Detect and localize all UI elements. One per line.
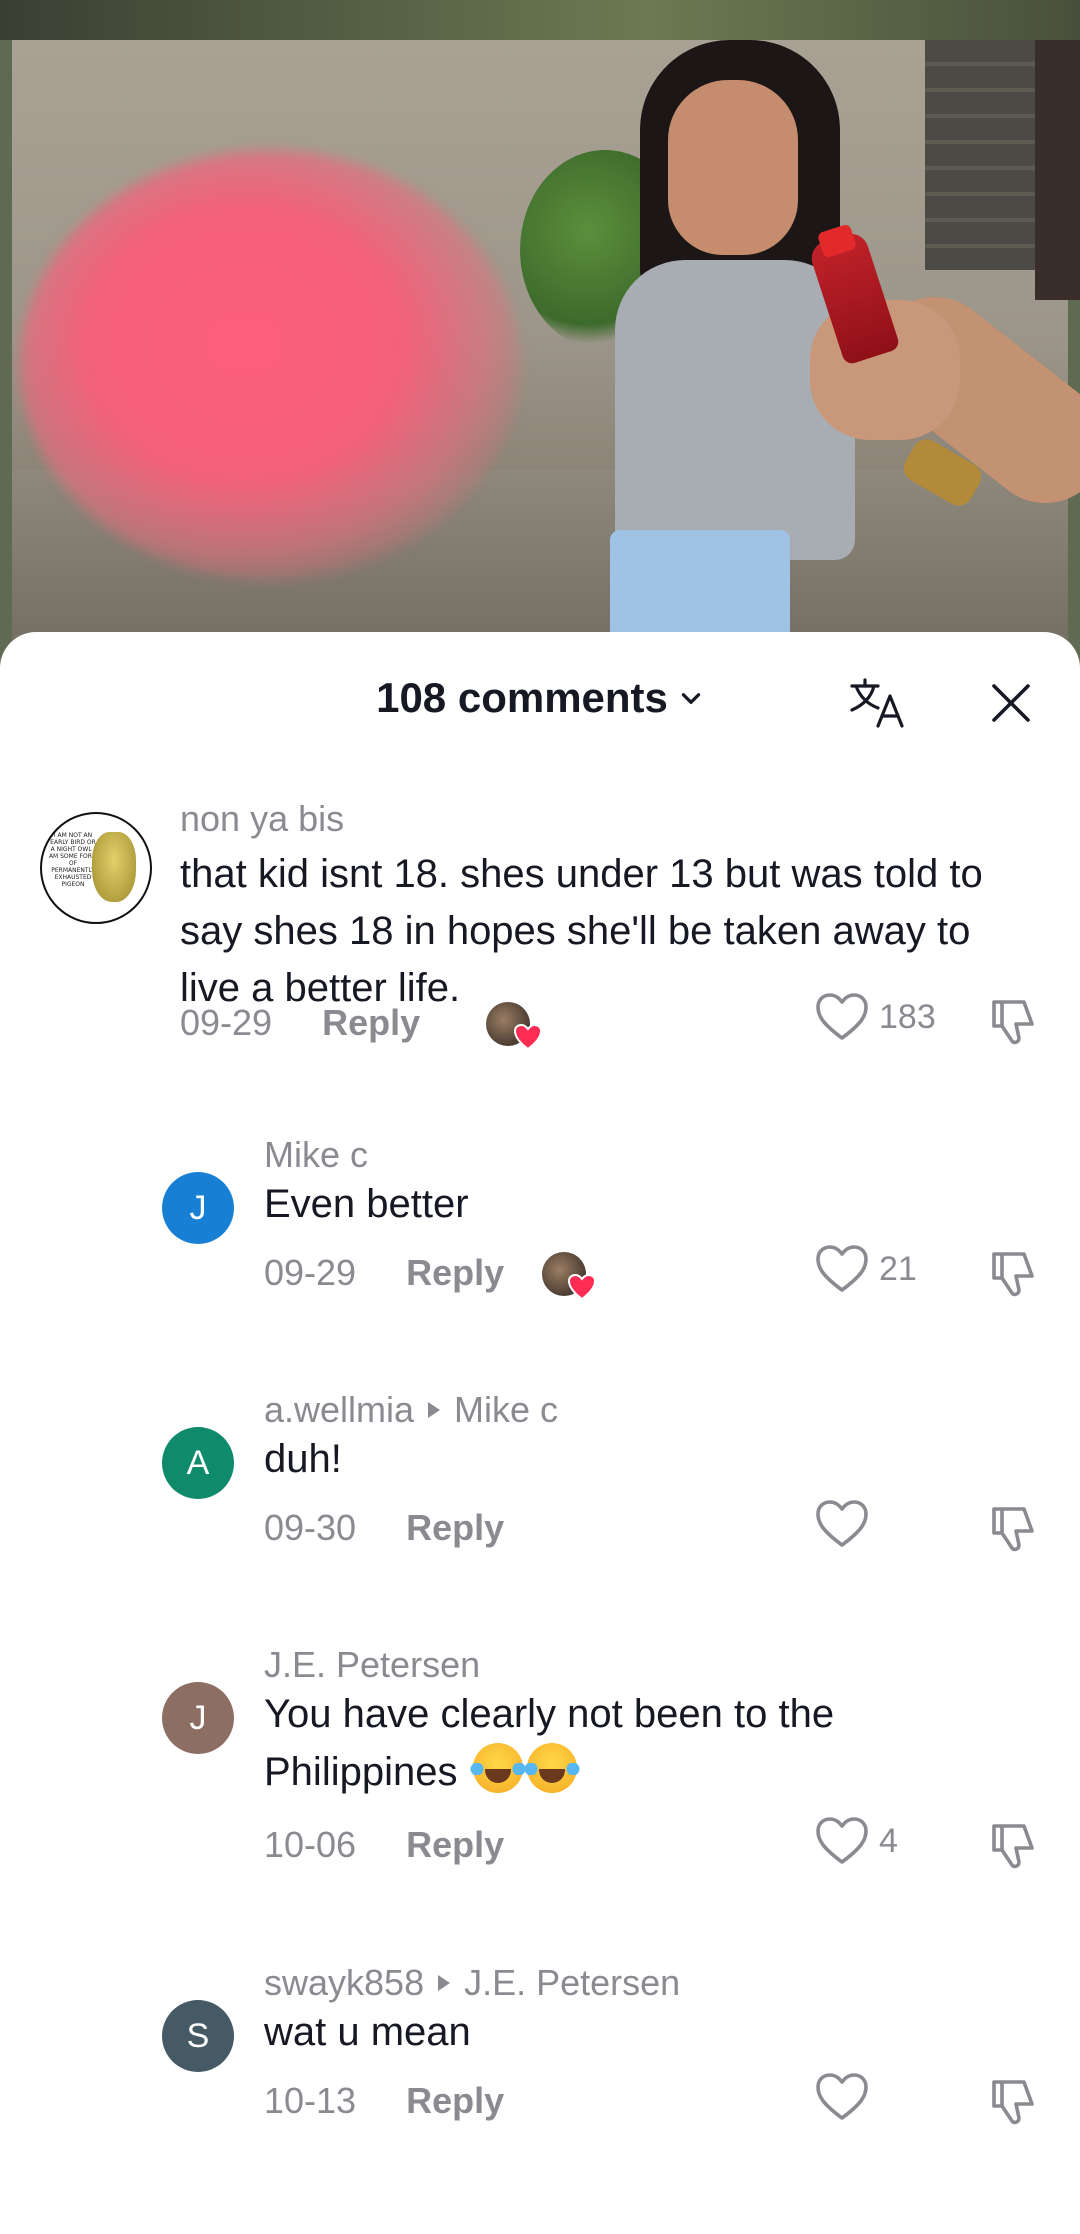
comment-reply-item: A a.wellmia Mike c duh! 09-30 Reply — [0, 1387, 1080, 1552]
video-player[interactable] — [0, 0, 1080, 680]
avatar-letter: A — [186, 1443, 210, 1482]
heart-icon — [816, 1817, 868, 1864]
like-button[interactable] — [815, 1499, 869, 1549]
reply-button[interactable]: Reply — [406, 1824, 504, 1866]
comment-meta: 09-29 Reply — [180, 1002, 420, 1044]
like-button[interactable] — [815, 2072, 869, 2122]
comment-date: 09-29 — [180, 1002, 273, 1043]
video-door-edge — [1035, 40, 1080, 300]
reply-to-arrow-icon — [428, 1402, 441, 1418]
comment-meta: 10-06 Reply — [264, 1824, 504, 1866]
creator-heart-icon — [514, 1024, 542, 1050]
comment-username[interactable]: swayk858 J.E. Petersen — [264, 1962, 680, 2004]
heart-icon — [816, 2073, 868, 2120]
avatar-letter: J — [189, 1188, 207, 1227]
avatar-letter: J — [189, 1698, 207, 1737]
comments-count-label: 108 comments — [376, 674, 668, 721]
avatar[interactable]: S — [162, 2000, 234, 2072]
comment-date: 10-06 — [264, 1824, 357, 1865]
username-text: swayk858 — [264, 1962, 425, 2003]
comment-date: 09-29 — [264, 1252, 357, 1293]
comment-text: wat u mean — [264, 2010, 471, 2054]
comments-sheet: 108 comments I AM NOT AN EARLY BIRD OR A… — [0, 632, 1080, 2234]
laughing-emoji-icon — [468, 1743, 527, 1793]
comment-date: 10-13 — [264, 2080, 357, 2121]
comment-date: 09-30 — [264, 1507, 357, 1548]
chevron-down-icon — [681, 693, 701, 704]
translate-icon[interactable] — [848, 676, 908, 730]
like-count: 21 — [879, 1249, 917, 1288]
avatar[interactable]: J — [162, 1682, 234, 1754]
like-count: 4 — [879, 1821, 898, 1860]
comment-reply-item: J J.E. Petersen You have clearly not bee… — [0, 1642, 1080, 1869]
comment-text-word: Philippines — [264, 1750, 458, 1794]
like-count: 183 — [879, 997, 936, 1036]
dislike-icon[interactable] — [986, 994, 1040, 1048]
close-icon[interactable] — [990, 682, 1032, 724]
avatar[interactable]: I AM NOT AN EARLY BIRD OR A NIGHT OWL I … — [40, 812, 152, 924]
comment-text: Even better — [264, 1182, 469, 1226]
heart-icon — [816, 1245, 868, 1292]
comment-meta: 10-13 Reply — [264, 2080, 504, 2122]
comment-text: You have clearly not been to the Philipp… — [264, 1686, 984, 1801]
heart-icon — [816, 993, 868, 1040]
comment-item: I AM NOT AN EARLY BIRD OR A NIGHT OWL I … — [0, 782, 1080, 1050]
comment-text: duh! — [264, 1437, 342, 1481]
username-text: Mike c — [264, 1134, 369, 1175]
username-text: J.E. Petersen — [264, 1644, 481, 1685]
avatar-letter: S — [186, 2016, 210, 2055]
reply-to-arrow-icon — [438, 1975, 451, 1991]
username-text: non ya bis — [180, 798, 345, 839]
username-text: a.wellmia — [264, 1389, 415, 1430]
comment-meta: 09-29 Reply — [264, 1252, 504, 1294]
avatar[interactable]: A — [162, 1427, 234, 1499]
reply-button[interactable]: Reply — [406, 2080, 504, 2122]
reply-to-username: Mike c — [454, 1389, 559, 1430]
reply-button[interactable]: Reply — [406, 1252, 504, 1294]
video-person-face — [668, 80, 798, 255]
comment-username[interactable]: J.E. Petersen — [264, 1644, 480, 1686]
reply-button[interactable]: Reply — [322, 1002, 420, 1044]
dislike-icon[interactable] — [986, 2074, 1040, 2128]
laughing-emoji-icon — [522, 1743, 581, 1793]
dislike-icon[interactable] — [986, 1818, 1040, 1872]
pigeon-icon — [92, 832, 136, 902]
comments-count-dropdown[interactable]: 108 comments — [0, 674, 1080, 722]
like-button[interactable]: 21 — [815, 1244, 917, 1294]
dislike-icon[interactable] — [986, 1501, 1040, 1555]
comment-text-line: You have clearly not been to the — [264, 1692, 835, 1736]
reply-button[interactable]: Reply — [406, 1507, 504, 1549]
like-button[interactable]: 4 — [815, 1816, 898, 1866]
dislike-icon[interactable] — [986, 1246, 1040, 1300]
like-button[interactable]: 183 — [815, 992, 936, 1042]
video-door — [925, 40, 1035, 270]
comment-username[interactable]: non ya bis — [180, 798, 344, 840]
comment-reply-item: J Mike c Even better 09-29 Reply 21 — [0, 1132, 1080, 1300]
comment-text-line: Philippines — [264, 1743, 984, 1801]
comments-header: 108 comments — [0, 632, 1080, 772]
avatar[interactable]: J — [162, 1172, 234, 1244]
video-blur-overlay — [20, 150, 520, 580]
avatar-caption: I AM NOT AN EARLY BIRD OR A NIGHT OWL I … — [48, 832, 98, 888]
video-top-strip — [0, 0, 1080, 40]
comment-username[interactable]: a.wellmia Mike c — [264, 1389, 558, 1431]
comment-username[interactable]: Mike c — [264, 1134, 368, 1176]
comment-meta: 09-30 Reply — [264, 1507, 504, 1549]
reply-to-username: J.E. Petersen — [464, 1962, 681, 2003]
heart-icon — [816, 1500, 868, 1547]
creator-heart-icon — [568, 1274, 596, 1300]
comment-reply-item: S swayk858 J.E. Petersen wat u mean 10-1… — [0, 1962, 1080, 2132]
